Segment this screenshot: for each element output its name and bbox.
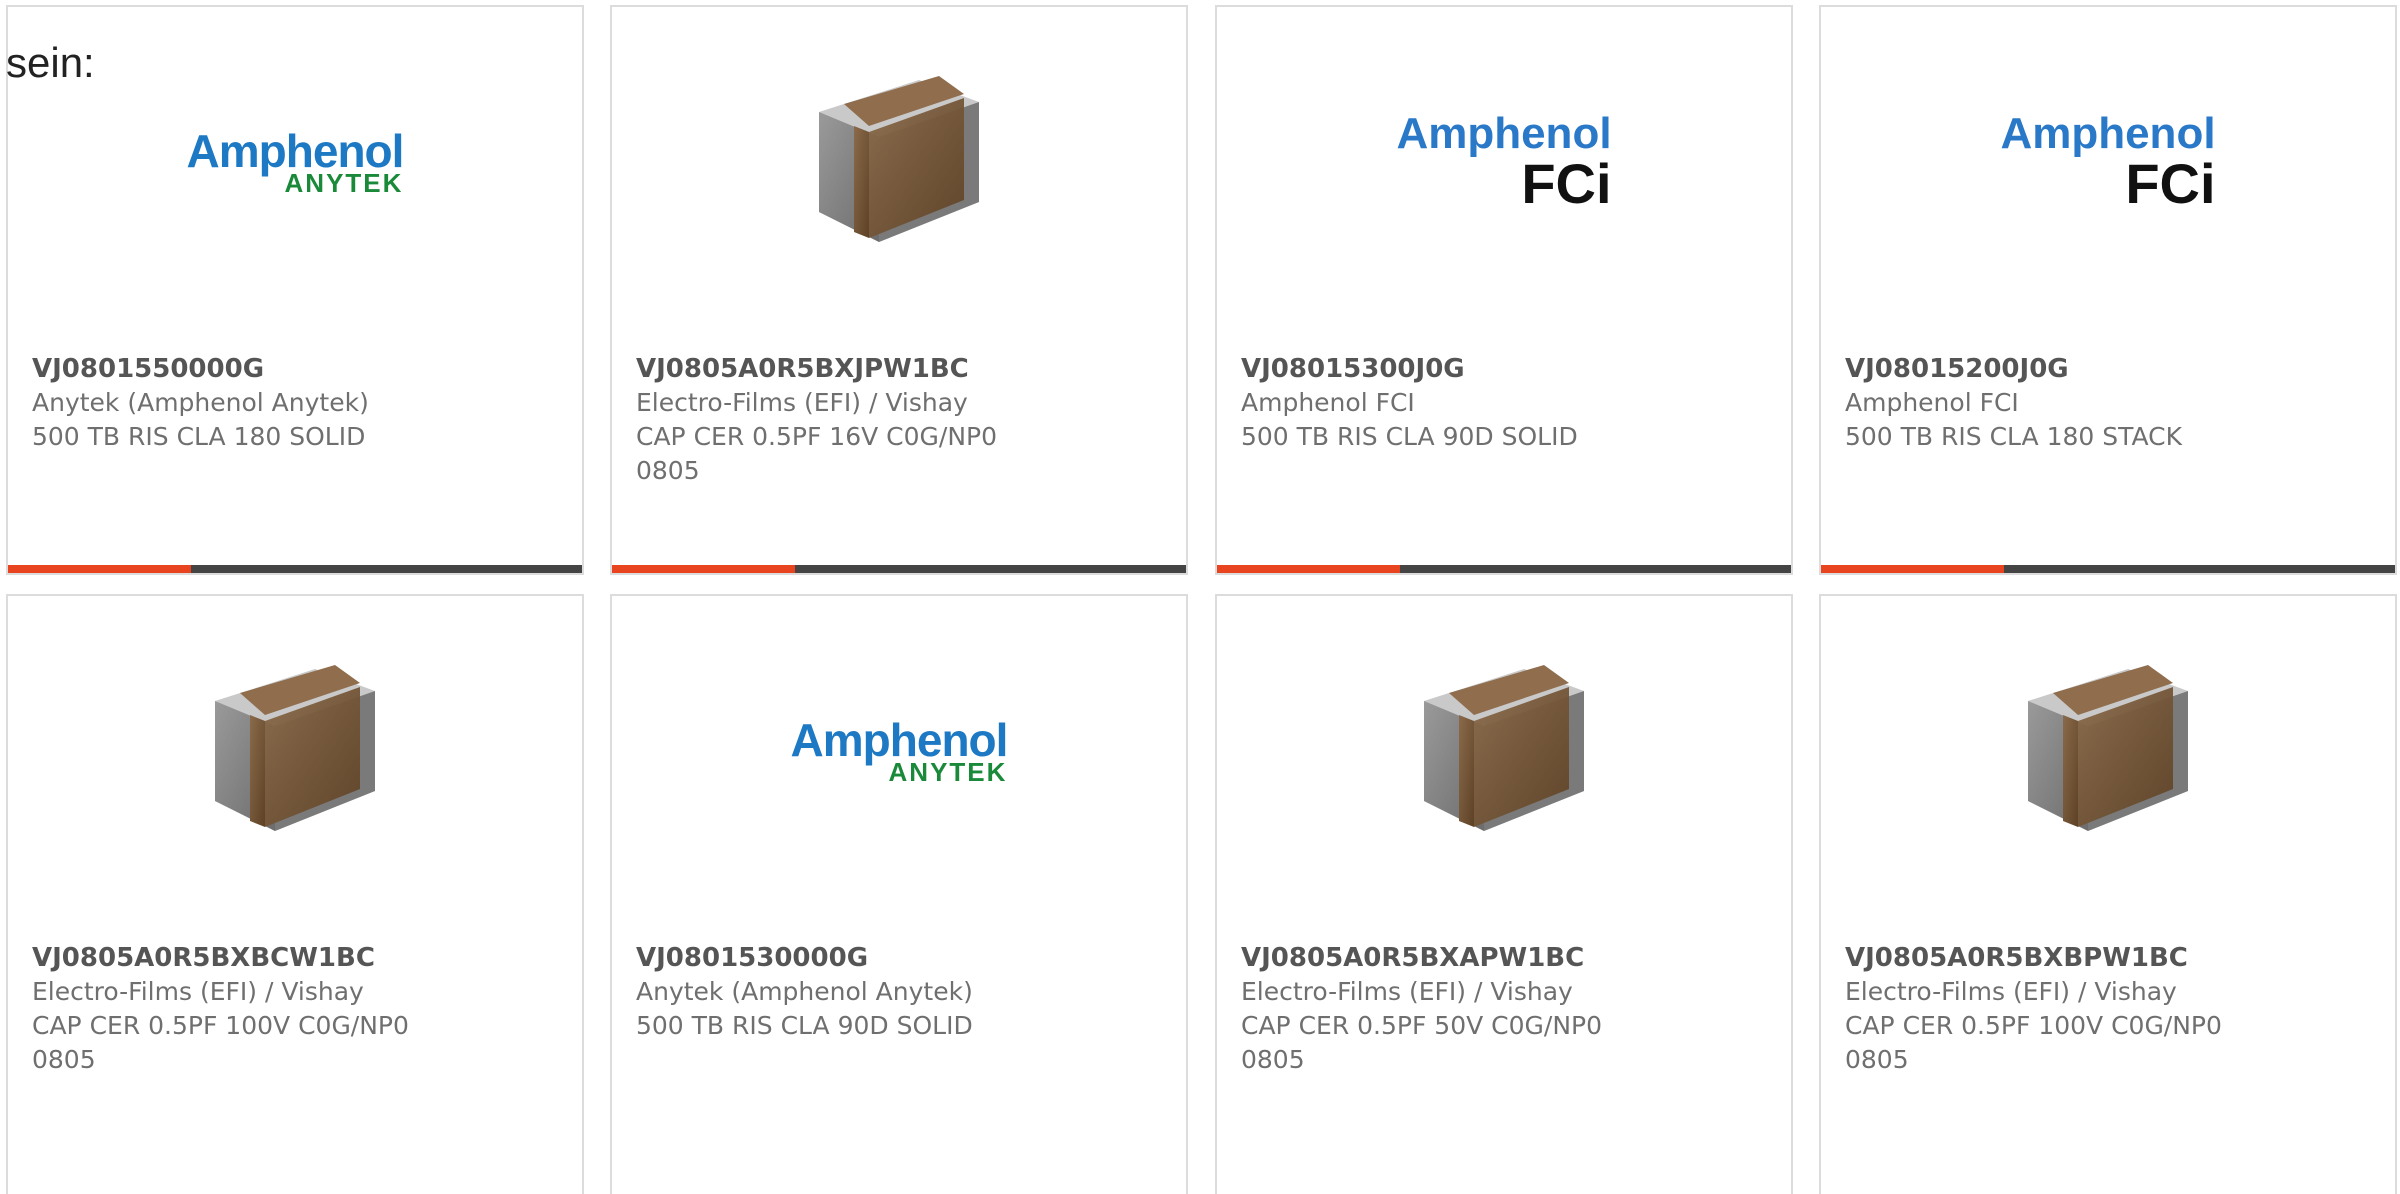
product-card[interactable]: VJ0805A0R5BXAPW1BC Electro-Films (EFI) /… (1215, 594, 1793, 1194)
product-card[interactable]: VJ0805A0R5BXBCW1BC Electro-Films (EFI) /… (6, 594, 584, 1194)
manufacturer-label: Anytek (Amphenol Anytek) (636, 977, 973, 1006)
ceramic-capacitor-icon (215, 665, 375, 831)
product-card[interactable]: VJ0805A0R5BXJPW1BC Electro-Films (EFI) /… (610, 5, 1188, 575)
part-number-link[interactable]: VJ08015200J0G (1845, 352, 2371, 386)
product-image[interactable] (1217, 596, 1791, 906)
product-image[interactable] (612, 7, 1186, 317)
product-card[interactable]: Amphenol ANYTEK VJ0801550000G Anytek (Am… (6, 5, 584, 575)
amphenol-anytek-logo: Amphenol ANYTEK (790, 714, 1009, 787)
product-image[interactable]: Amphenol ANYTEK (612, 596, 1186, 906)
product-card[interactable]: Amphenol ANYTEK VJ0801530000G Anytek (Am… (610, 594, 1188, 1194)
product-image[interactable]: Amphenol FCi (1217, 7, 1791, 317)
card-bar (1821, 565, 2395, 573)
product-image[interactable] (1821, 596, 2395, 906)
manufacturer-label: Amphenol FCI (1241, 388, 1415, 417)
description-label: CAP CER 0.5PF 100V C0G/NP0 0805 (32, 1011, 409, 1074)
ceramic-capacitor-icon (1424, 665, 1584, 831)
manufacturer-label: Electro-Films (EFI) / Vishay (32, 977, 364, 1006)
part-number-link[interactable]: VJ0805A0R5BXBCW1BC (32, 941, 558, 975)
card-bar-accent (1821, 565, 2004, 573)
product-card[interactable]: VJ0805A0R5BXBPW1BC Electro-Films (EFI) /… (1819, 594, 2397, 1194)
card-bar-accent (1217, 565, 1400, 573)
description-label: CAP CER 0.5PF 16V C0G/NP0 0805 (636, 422, 998, 485)
part-number-link[interactable]: VJ0805A0R5BXJPW1BC (636, 352, 1162, 386)
card-bar-accent (612, 565, 795, 573)
description-label: CAP CER 0.5PF 100V C0G/NP0 0805 (1845, 1011, 2222, 1074)
manufacturer-label: Electro-Films (EFI) / Vishay (636, 388, 968, 417)
manufacturer-label: Electro-Films (EFI) / Vishay (1241, 977, 1573, 1006)
part-number-link[interactable]: VJ0805A0R5BXAPW1BC (1241, 941, 1767, 975)
part-number-link[interactable]: VJ0801530000G (636, 941, 1162, 975)
amphenol-anytek-logo: Amphenol ANYTEK (186, 125, 405, 198)
part-number-link[interactable]: VJ08015300J0G (1241, 352, 1767, 386)
card-bar (1217, 565, 1791, 573)
manufacturer-label: Electro-Films (EFI) / Vishay (1845, 977, 2177, 1006)
amphenol-fci-logo: Amphenol FCi (2000, 109, 2216, 215)
card-bar-accent (8, 565, 191, 573)
description-label: 500 TB RIS CLA 180 STACK (1845, 422, 2182, 451)
product-grid: Amphenol ANYTEK VJ0801550000G Anytek (Am… (0, 0, 2400, 1194)
ceramic-capacitor-icon (2028, 665, 2188, 831)
description-label: CAP CER 0.5PF 50V C0G/NP0 0805 (1241, 1011, 1603, 1074)
product-image[interactable]: Amphenol FCi (1821, 7, 2395, 317)
product-image[interactable] (8, 596, 582, 906)
part-number-link[interactable]: VJ0805A0R5BXBPW1BC (1845, 941, 2371, 975)
card-bar (8, 565, 582, 573)
amphenol-fci-logo: Amphenol FCi (1396, 109, 1612, 215)
description-label: 500 TB RIS CLA 90D SOLID (636, 1011, 973, 1040)
ceramic-capacitor-icon (819, 76, 979, 242)
product-card[interactable]: Amphenol FCi VJ08015300J0G Amphenol FCI … (1215, 5, 1793, 575)
description-label: 500 TB RIS CLA 180 SOLID (32, 422, 366, 451)
lead-text: sein: (6, 39, 95, 86)
product-card[interactable]: Amphenol FCi VJ08015200J0G Amphenol FCI … (1819, 5, 2397, 575)
description-label: 500 TB RIS CLA 90D SOLID (1241, 422, 1578, 451)
manufacturer-label: Anytek (Amphenol Anytek) (32, 388, 369, 417)
part-number-link[interactable]: VJ0801550000G (32, 352, 558, 386)
manufacturer-label: Amphenol FCI (1845, 388, 2019, 417)
card-bar (612, 565, 1186, 573)
